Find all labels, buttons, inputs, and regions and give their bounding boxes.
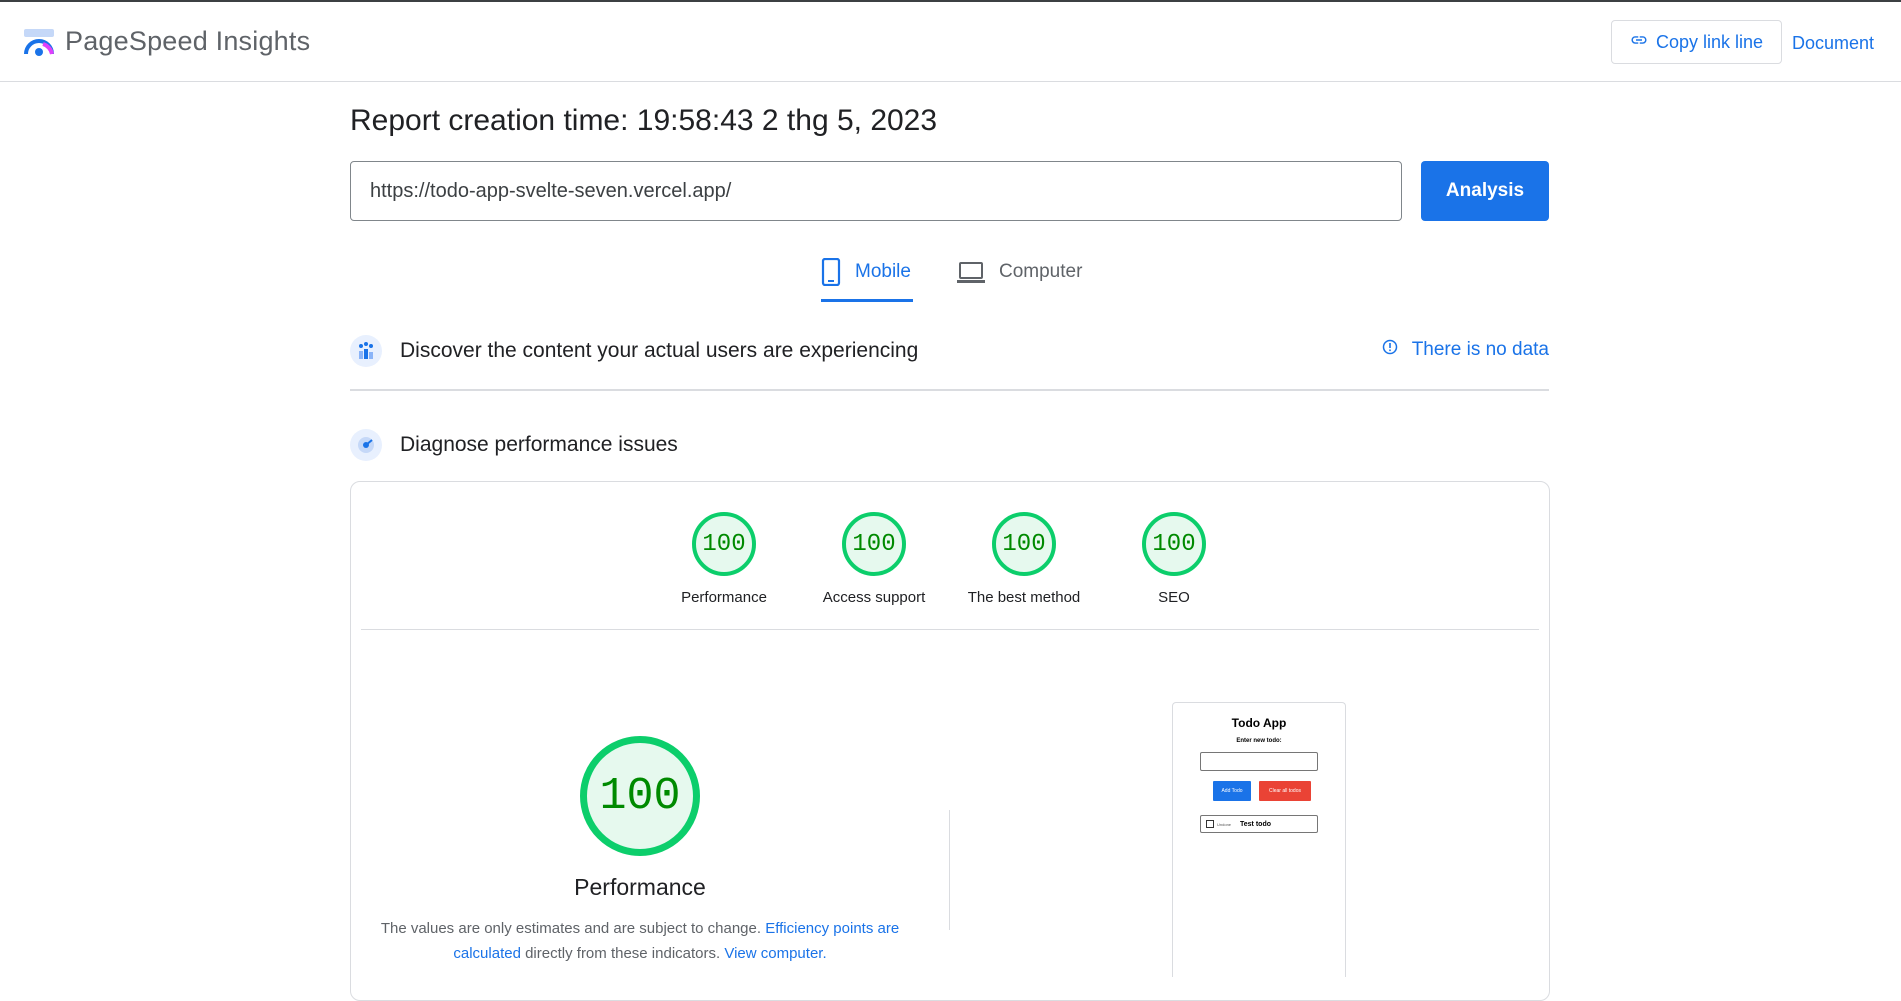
vertical-separator (949, 810, 950, 930)
score-gauge-best-practices[interactable]: 100 The best method (949, 512, 1099, 606)
top-bar: PageSpeed Insights Copy link line Docume… (0, 2, 1901, 82)
url-input[interactable] (350, 161, 1402, 221)
performance-title: Performance (574, 874, 706, 900)
app-title[interactable]: PageSpeed Insights (65, 26, 310, 57)
speedometer-icon (350, 429, 382, 461)
performance-score-gauge: 100 (580, 736, 700, 856)
preview-clear-button: Clear all todos (1259, 781, 1311, 801)
preview-item-status: Undone (1217, 821, 1232, 827)
preview-item-text: Test todo (1240, 820, 1271, 828)
preview-todo-input (1200, 752, 1318, 771)
score-label: Access support (822, 589, 926, 606)
no-data-link[interactable]: There is no data (1382, 339, 1549, 361)
score-value: 100 (692, 512, 756, 576)
report-creation-time: Report creation time: 19:58:43 2 thg 5, … (350, 104, 938, 137)
preview-input-label: Enter new todo: (1236, 738, 1282, 744)
field-data-section: Discover the content your actual users a… (350, 333, 1549, 369)
copy-link-button[interactable]: Copy link line (1611, 20, 1782, 64)
score-gauge-seo[interactable]: 100 SEO (1099, 512, 1249, 606)
tab-computer[interactable]: Computer (957, 258, 1082, 304)
score-label: SEO (1158, 589, 1190, 606)
score-value: 100 (842, 512, 906, 576)
tab-selected-indicator (821, 299, 913, 302)
analyze-button[interactable]: Analysis (1421, 161, 1549, 221)
pagespeed-logo-icon[interactable] (23, 27, 55, 59)
copy-link-label: Copy link line (1655, 31, 1764, 52)
score-gauge-performance[interactable]: 100 Performance (649, 512, 799, 606)
disclaimer-text: The values are only estimates and are su… (380, 920, 762, 937)
link-icon (1630, 31, 1648, 54)
diagnose-title: Diagnose performance issues (400, 433, 678, 456)
page-screenshot-preview: Todo App Enter new todo: Add Todo Clear … (1172, 702, 1346, 977)
section-divider (350, 389, 1549, 391)
score-value: 100 (1142, 512, 1206, 576)
tab-computer-label: Computer (999, 261, 1083, 282)
score-gauge-accessibility[interactable]: 100 Access support (799, 512, 949, 606)
diagnose-section: Diagnose performance issues (350, 427, 1549, 463)
card-divider (361, 629, 1539, 630)
preview-title: Todo App (1231, 716, 1287, 730)
no-data-label: There is no data (1411, 339, 1549, 360)
info-icon (1382, 339, 1398, 361)
score-value: 100 (992, 512, 1056, 576)
disclaimer-middle-text: directly from these indicators. (525, 945, 721, 962)
phone-icon (821, 257, 841, 292)
score-disclaimer: The values are only estimates and are su… (380, 916, 900, 966)
tab-mobile-label: Mobile (855, 261, 911, 282)
field-data-title: Discover the content your actual users a… (400, 339, 919, 362)
laptop-icon (957, 262, 985, 290)
score-label: The best method (967, 589, 1081, 606)
view-computer-link[interactable]: View computer. (724, 945, 826, 962)
document-link[interactable]: Document (1792, 33, 1874, 54)
tab-mobile[interactable]: Mobile (821, 257, 913, 304)
preview-add-button: Add Todo (1213, 781, 1251, 801)
preview-todo-item: Undone Test todo (1200, 815, 1318, 833)
preview-checkbox (1206, 820, 1214, 828)
users-chart-icon (350, 335, 382, 367)
score-label: Performance (681, 589, 767, 606)
